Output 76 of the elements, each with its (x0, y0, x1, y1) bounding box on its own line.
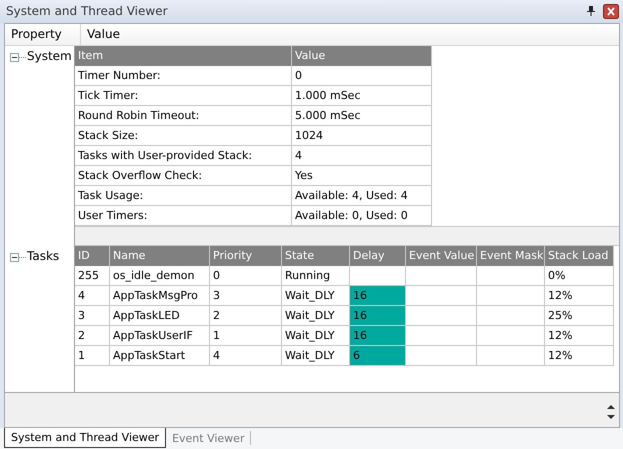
pin-icon[interactable] (587, 6, 595, 16)
table-cell: Wait_DLY (282, 326, 350, 346)
column-header: State (282, 246, 350, 266)
column-header: Stack Load (545, 246, 614, 266)
table-cell: Yes (292, 166, 432, 186)
table-cell: 1 (210, 326, 282, 346)
table-cell: 25% (545, 306, 614, 326)
table-cell (477, 326, 545, 346)
tree-node[interactable]: Tasks (27, 248, 60, 263)
table-cell (406, 286, 477, 306)
table-cell: 5.000 mSec (292, 106, 432, 126)
table-cell: 4 (292, 146, 432, 166)
column-header: Event Value (406, 246, 477, 266)
table-cell: 1.000 mSec (292, 86, 432, 106)
column-header: Value (292, 46, 432, 66)
table-cell (477, 346, 545, 366)
table-cell (406, 346, 477, 366)
table-cell: Stack Overflow Check: (75, 166, 292, 186)
table-cell: AppTaskLED (110, 306, 210, 326)
table-cell: 0% (545, 266, 614, 286)
table-cell: Round Robin Timeout: (75, 106, 292, 126)
column-header: Name (110, 246, 210, 266)
column-header: Property (5, 24, 81, 45)
tab[interactable]: Event Viewer (166, 431, 252, 446)
table-cell: 2 (75, 326, 110, 346)
table-cell: 0 (292, 66, 432, 86)
table-cell: Wait_DLY (282, 306, 350, 326)
column-header: Item (75, 46, 292, 66)
table-cell: 255 (75, 266, 110, 286)
table-cell: 0 (210, 266, 282, 286)
column-header: ID (75, 246, 110, 266)
table-cell: AppTaskMsgPro (110, 286, 210, 306)
column-header: Priority (210, 246, 282, 266)
table-cell: 4 (210, 346, 282, 366)
table-cell: 3 (75, 306, 110, 326)
tab[interactable]: System and Thread Viewer (4, 428, 166, 448)
table-cell (477, 286, 545, 306)
table-cell: Running (282, 266, 350, 286)
table-cell: 12% (545, 326, 614, 346)
table-cell: Tick Timer: (75, 86, 292, 106)
table-cell: AppTaskStart (110, 346, 210, 366)
collapse-toggle-icon[interactable] (10, 252, 19, 262)
table-cell: Timer Number: (75, 66, 292, 86)
table-cell: Wait_DLY (282, 286, 350, 306)
table-cell: User Timers: (75, 206, 292, 226)
table-cell: 16 (350, 326, 406, 346)
collapse-toggle-icon[interactable] (10, 52, 19, 62)
table-cell: 6 (350, 346, 406, 366)
table-cell: AppTaskUserIF (110, 326, 210, 346)
table-cell (477, 306, 545, 326)
table-cell: Wait_DLY (282, 346, 350, 366)
table-cell (406, 306, 477, 326)
window-title: System and Thread Viewer (6, 4, 169, 18)
table-cell: 2 (210, 306, 282, 326)
table-cell: Tasks with User-provided Stack: (75, 146, 292, 166)
column-header: Event Mask (477, 246, 545, 266)
table-cell: os_idle_demon (110, 266, 210, 286)
table-cell: 1024 (292, 126, 432, 146)
close-icon[interactable] (603, 4, 619, 19)
table-cell: 12% (545, 286, 614, 306)
table-cell (406, 326, 477, 346)
table-cell: Task Usage: (75, 186, 292, 206)
table-cell: 1 (75, 346, 110, 366)
table-cell: 16 (350, 286, 406, 306)
table-cell: 16 (350, 306, 406, 326)
table-cell: 12% (545, 346, 614, 366)
tree-node[interactable]: System (27, 48, 72, 63)
column-header: Value (86, 26, 121, 44)
table-cell: Available: 4, Used: 4 (292, 186, 432, 206)
table-cell: 4 (75, 286, 110, 306)
table-cell: Available: 0, Used: 0 (292, 206, 432, 226)
table-cell: Stack Size: (75, 126, 292, 146)
column-header: Delay (350, 246, 406, 266)
table-cell: 3 (210, 286, 282, 306)
table-cell (406, 266, 477, 286)
table-cell (477, 266, 545, 286)
